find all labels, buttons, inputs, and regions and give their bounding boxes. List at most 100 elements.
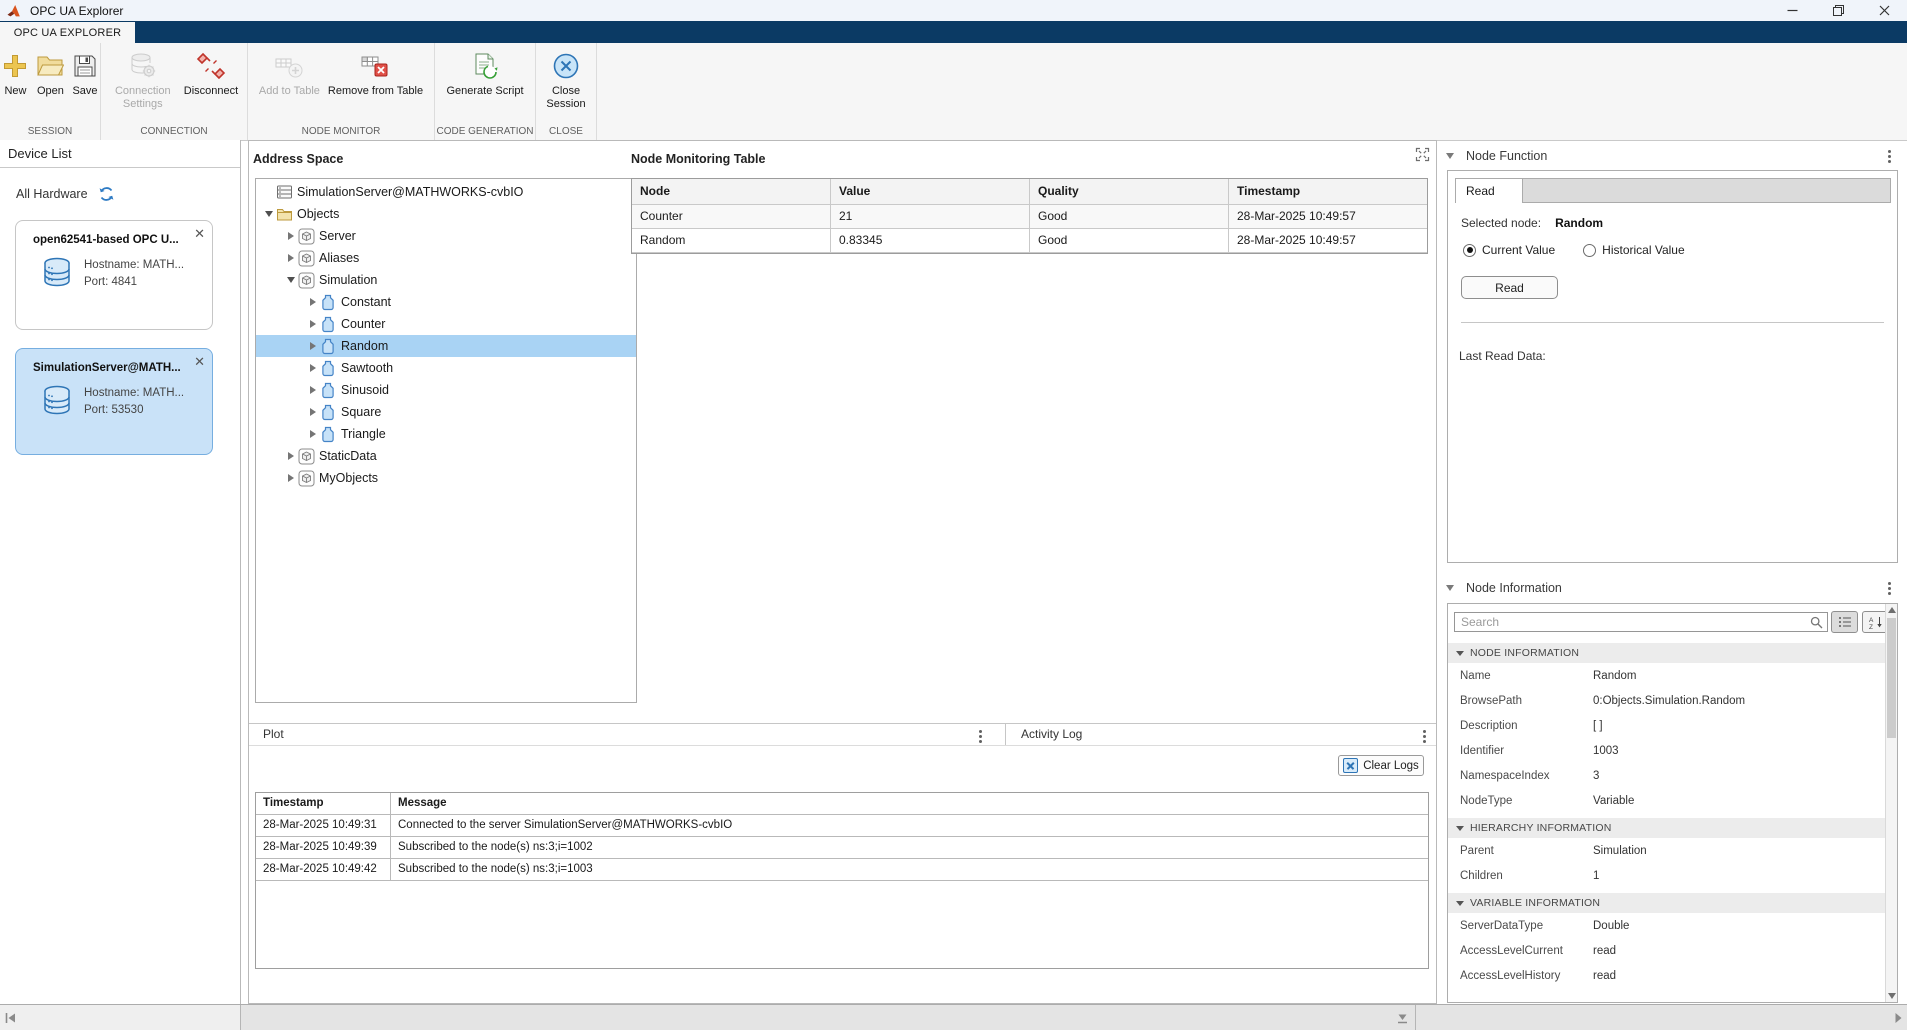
section-band[interactable]: NODE INFORMATION bbox=[1448, 643, 1885, 663]
tree-item-label: Random bbox=[337, 339, 388, 353]
tree-item[interactable]: MyObjects bbox=[256, 467, 636, 489]
divider bbox=[1461, 322, 1884, 323]
expander-icon[interactable] bbox=[284, 254, 297, 262]
new-button[interactable]: New bbox=[2, 50, 28, 98]
collapse-icon[interactable] bbox=[1446, 585, 1454, 591]
server-icon bbox=[276, 184, 293, 200]
tree-item[interactable]: StaticData bbox=[256, 445, 636, 467]
refresh-icon[interactable] bbox=[98, 186, 115, 202]
expander-icon[interactable] bbox=[284, 232, 297, 240]
log-row[interactable]: 28-Mar-2025 10:49:39 Subscribed to the n… bbox=[256, 837, 1428, 859]
expander-icon[interactable] bbox=[306, 364, 319, 372]
expander-icon[interactable] bbox=[262, 211, 275, 217]
property-label: Identifier bbox=[1460, 745, 1593, 757]
tree-item[interactable]: Simulation bbox=[256, 269, 636, 291]
section-title: NODE INFORMATION bbox=[1470, 647, 1579, 659]
object-icon bbox=[298, 448, 315, 465]
plot-menu-icon[interactable] bbox=[977, 728, 984, 745]
tab-opc-ua-explorer[interactable]: OPC UA EXPLORER bbox=[0, 22, 135, 43]
tree-item[interactable]: Triangle bbox=[256, 423, 636, 445]
toolstrip-group-code-generation: Generate Script CODE GENERATION bbox=[435, 43, 536, 140]
tree-item[interactable]: Aliases bbox=[256, 247, 636, 269]
current-value-radio[interactable] bbox=[1463, 244, 1476, 257]
selected-node-label: Selected node: bbox=[1461, 216, 1541, 230]
tree-item[interactable]: Square bbox=[256, 401, 636, 423]
property-row: AccessLevelCurrent read bbox=[1448, 938, 1885, 963]
disconnect-button[interactable]: Disconnect bbox=[184, 50, 238, 98]
expander-icon[interactable] bbox=[284, 277, 297, 283]
group-view-button[interactable] bbox=[1831, 611, 1858, 633]
activity-log-menu-icon[interactable] bbox=[1421, 728, 1428, 745]
clear-logs-button[interactable]: Clear Logs bbox=[1338, 755, 1424, 776]
node-information-menu-icon[interactable] bbox=[1886, 580, 1893, 597]
tree-item[interactable]: Random bbox=[256, 335, 636, 357]
tree-item[interactable]: Counter bbox=[256, 313, 636, 335]
node-function-menu-icon[interactable] bbox=[1886, 148, 1893, 165]
object-icon bbox=[298, 470, 315, 487]
node-monitoring-table-title: Node Monitoring Table bbox=[631, 152, 765, 166]
section-band[interactable]: HIERARCHY INFORMATION bbox=[1448, 818, 1885, 838]
node-function-panel: Read Selected node: Random Current Value… bbox=[1447, 170, 1898, 563]
log-row[interactable]: 28-Mar-2025 10:49:31 Connected to the se… bbox=[256, 815, 1428, 837]
property-row: Children 1 bbox=[1448, 863, 1885, 888]
property-value: Random bbox=[1593, 670, 1636, 682]
group-caption-close: CLOSE bbox=[536, 124, 596, 140]
open-button[interactable]: Open bbox=[36, 50, 64, 98]
divider bbox=[1415, 1005, 1416, 1030]
tree-item[interactable]: Objects bbox=[256, 203, 636, 225]
tree-item[interactable]: Sawtooth bbox=[256, 357, 636, 379]
close-button[interactable] bbox=[1861, 0, 1907, 21]
search-input[interactable] bbox=[1454, 612, 1828, 632]
expander-icon[interactable] bbox=[284, 474, 297, 482]
tab-plot[interactable]: Plot bbox=[263, 727, 284, 741]
minimize-button[interactable] bbox=[1769, 0, 1815, 21]
expander-icon[interactable] bbox=[306, 386, 319, 394]
collapse-icon[interactable] bbox=[1446, 153, 1454, 159]
expander-icon[interactable] bbox=[306, 342, 319, 350]
property-label: BrowsePath bbox=[1460, 695, 1593, 707]
scroll-up-icon[interactable] bbox=[1888, 607, 1896, 613]
scroll-thumb[interactable] bbox=[1887, 618, 1896, 738]
remove-from-table-button[interactable]: Remove from Table bbox=[328, 50, 423, 98]
generate-script-button[interactable]: Generate Script bbox=[446, 50, 523, 98]
scrollbar[interactable] bbox=[1885, 604, 1897, 1002]
log-row[interactable]: 28-Mar-2025 10:49:42 Subscribed to the n… bbox=[256, 859, 1428, 881]
expander-icon[interactable] bbox=[284, 452, 297, 460]
folder-icon bbox=[276, 207, 293, 222]
section-band[interactable]: VARIABLE INFORMATION bbox=[1448, 893, 1885, 913]
expander-icon[interactable] bbox=[306, 430, 319, 438]
collapse-left-icon[interactable] bbox=[4, 1012, 17, 1024]
connection-settings-button[interactable]: Connection Settings bbox=[110, 50, 176, 110]
device-card[interactable]: SimulationServer@MATH... ✕ Hostname: MAT… bbox=[15, 348, 213, 455]
scroll-down-icon[interactable] bbox=[1888, 993, 1896, 999]
device-hostname: Hostname: MATH... bbox=[84, 385, 184, 402]
tree-item[interactable]: SimulationServer@MATHWORKS-cvbIO bbox=[256, 181, 636, 203]
expander-icon[interactable] bbox=[306, 408, 319, 416]
property-value: 1 bbox=[1593, 870, 1599, 882]
table-row[interactable]: Counter 21 Good 28-Mar-2025 10:49:57 bbox=[632, 205, 1427, 229]
tab-activity-log[interactable]: Activity Log bbox=[1021, 727, 1082, 741]
tree-item[interactable]: Constant bbox=[256, 291, 636, 313]
property-value: 3 bbox=[1593, 770, 1599, 782]
tree-item[interactable]: Server bbox=[256, 225, 636, 247]
close-session-button[interactable]: Close Session bbox=[542, 50, 590, 110]
save-button[interactable]: Save bbox=[72, 50, 97, 98]
collapse-down-icon[interactable] bbox=[1396, 1012, 1409, 1024]
expander-icon[interactable] bbox=[306, 320, 319, 328]
read-button[interactable]: Read bbox=[1461, 276, 1558, 299]
device-card[interactable]: open62541-based OPC U... ✕ Hostname: MAT… bbox=[15, 220, 213, 330]
group-caption-code-generation: CODE GENERATION bbox=[435, 124, 535, 140]
expander-icon[interactable] bbox=[306, 298, 319, 306]
device-close-icon[interactable]: ✕ bbox=[194, 227, 205, 240]
device-close-icon[interactable]: ✕ bbox=[194, 355, 205, 368]
add-to-table-button[interactable]: Add to Table bbox=[259, 50, 320, 98]
table-row[interactable]: Random 0.83345 Good 28-Mar-2025 10:49:57 bbox=[632, 229, 1427, 253]
property-row: NamespaceIndex 3 bbox=[1448, 763, 1885, 788]
tab-read[interactable]: Read bbox=[1456, 179, 1523, 203]
restore-button[interactable] bbox=[1815, 0, 1861, 21]
maximize-panel-icon[interactable] bbox=[1415, 147, 1430, 162]
property-value: read bbox=[1593, 970, 1616, 982]
expand-right-icon[interactable] bbox=[1894, 1012, 1903, 1024]
historical-value-radio[interactable] bbox=[1583, 244, 1596, 257]
tree-item[interactable]: Sinusoid bbox=[256, 379, 636, 401]
